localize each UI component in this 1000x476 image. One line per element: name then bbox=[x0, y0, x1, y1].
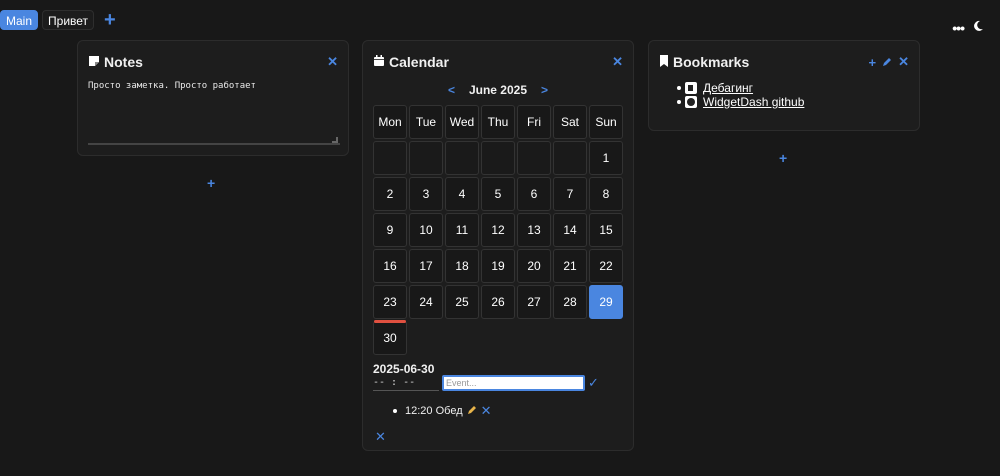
day-cell[interactable]: 10 bbox=[409, 213, 443, 247]
bookmarks-title: Bookmarks bbox=[673, 54, 750, 70]
bookmark-item[interactable]: WidgetDash github bbox=[677, 95, 804, 109]
day-cell[interactable]: 21 bbox=[553, 249, 587, 283]
close-day-panel-icon[interactable]: ✕ bbox=[375, 429, 386, 445]
empty-day-cell bbox=[445, 141, 479, 175]
day-cell[interactable]: 7 bbox=[553, 177, 587, 211]
day-cell[interactable]: 12 bbox=[481, 213, 515, 247]
add-tab-button[interactable]: + bbox=[104, 10, 116, 30]
github-icon bbox=[685, 96, 697, 108]
confirm-check-icon[interactable]: ✓ bbox=[588, 375, 599, 391]
day-cell[interactable]: 19 bbox=[481, 249, 515, 283]
weekday-header: Mon bbox=[373, 105, 407, 139]
day-cell[interactable]: 25 bbox=[445, 285, 479, 319]
tab-privet[interactable]: Привет bbox=[42, 10, 95, 30]
day-cell[interactable]: 26 bbox=[481, 285, 515, 319]
resize-grip-icon[interactable] bbox=[332, 137, 338, 143]
close-icon[interactable]: ✕ bbox=[327, 54, 338, 70]
day-cell[interactable]: 5 bbox=[481, 177, 515, 211]
pencil-icon[interactable] bbox=[467, 405, 477, 418]
month-nav: < June 2025 > bbox=[363, 83, 633, 97]
calendar-grid: Mon Tue Wed Thu Fri Sat Sun 1 2 3 4 5 6 7 8 9 10 11 12 13 14… bbox=[373, 105, 623, 355]
day-cell[interactable]: 16 bbox=[373, 249, 407, 283]
notes-title: Notes bbox=[104, 54, 143, 70]
notes-column-add-button[interactable]: + bbox=[207, 175, 215, 191]
weekday-header: Thu bbox=[481, 105, 515, 139]
empty-day-cell bbox=[373, 141, 407, 175]
day-cell[interactable]: 29 bbox=[589, 285, 623, 319]
dots-icon[interactable]: ••• bbox=[952, 21, 965, 35]
weekday-header: Fri bbox=[517, 105, 551, 139]
bullet bbox=[677, 100, 681, 104]
next-month-icon[interactable]: > bbox=[541, 83, 548, 97]
bookmarks-header: Bookmarks + ✕ bbox=[659, 53, 909, 71]
bookmarks-widget: Bookmarks + ✕ Дебагинг WidgetDash github bbox=[648, 40, 920, 131]
day-cell[interactable]: 28 bbox=[553, 285, 587, 319]
day-cell[interactable]: 8 bbox=[589, 177, 623, 211]
page-favicon-icon bbox=[685, 82, 697, 94]
add-icon[interactable]: + bbox=[869, 55, 877, 70]
calendar-title: Calendar bbox=[389, 54, 449, 70]
notes-widget: Notes ✕ Просто заметка. Просто работает bbox=[77, 40, 349, 156]
day-cell[interactable]: 11 bbox=[445, 213, 479, 247]
calendar-header: Calendar ✕ bbox=[373, 53, 623, 71]
calendar-icon bbox=[373, 54, 385, 70]
empty-day-cell bbox=[517, 141, 551, 175]
day-cell[interactable]: 20 bbox=[517, 249, 551, 283]
event-date: 2025-06-30 bbox=[373, 362, 435, 376]
tab-bar: Main Привет + bbox=[0, 10, 116, 30]
day-cell[interactable]: 17 bbox=[409, 249, 443, 283]
close-icon[interactable]: ✕ bbox=[898, 54, 909, 70]
delete-event-icon[interactable]: ✕ bbox=[481, 403, 492, 419]
event-text: 12:20 Обед bbox=[405, 405, 463, 417]
calendar-widget: Calendar ✕ < June 2025 > Mon Tue Wed Thu Fri… bbox=[362, 40, 634, 451]
bullet bbox=[677, 86, 681, 90]
empty-day-cell bbox=[481, 141, 515, 175]
weekday-header: Sat bbox=[553, 105, 587, 139]
pencil-icon[interactable] bbox=[882, 55, 892, 70]
day-cell[interactable]: 18 bbox=[445, 249, 479, 283]
notes-header: Notes ✕ bbox=[88, 53, 338, 71]
day-cell[interactable]: 6 bbox=[517, 177, 551, 211]
day-cell[interactable]: 27 bbox=[517, 285, 551, 319]
day-cell[interactable]: 23 bbox=[373, 285, 407, 319]
month-label: June 2025 bbox=[468, 83, 528, 97]
bookmarks-column-add-button[interactable]: + bbox=[779, 150, 787, 166]
event-time-input[interactable]: -- : -- bbox=[373, 377, 439, 391]
day-cell[interactable]: 2 bbox=[373, 177, 407, 211]
bullet bbox=[393, 409, 397, 413]
today-indicator bbox=[374, 320, 406, 323]
empty-day-cell bbox=[553, 141, 587, 175]
tab-main[interactable]: Main bbox=[0, 10, 39, 30]
prev-month-icon[interactable]: < bbox=[448, 83, 455, 97]
day-cell[interactable]: 3 bbox=[409, 177, 443, 211]
day-cell[interactable]: 14 bbox=[553, 213, 587, 247]
bookmark-list: Дебагинг WidgetDash github bbox=[677, 81, 804, 109]
day-cell[interactable]: 15 bbox=[589, 213, 623, 247]
day-cell[interactable]: 4 bbox=[445, 177, 479, 211]
top-toolbar: ••• bbox=[952, 20, 984, 35]
bookmark-link[interactable]: WidgetDash github bbox=[703, 95, 804, 109]
event-text-input[interactable]: Event... bbox=[442, 375, 585, 391]
empty-day-cell bbox=[409, 141, 443, 175]
day-cell[interactable]: 24 bbox=[409, 285, 443, 319]
bookmark-icon bbox=[659, 54, 669, 70]
bookmark-link[interactable]: Дебагинг bbox=[703, 81, 753, 95]
close-icon[interactable]: ✕ bbox=[612, 54, 623, 70]
weekday-header: Sun bbox=[589, 105, 623, 139]
day-cell[interactable]: 30 bbox=[373, 321, 407, 355]
day-cell[interactable]: 9 bbox=[373, 213, 407, 247]
weekday-header: Tue bbox=[409, 105, 443, 139]
day-cell[interactable]: 13 bbox=[517, 213, 551, 247]
weekday-header: Wed bbox=[445, 105, 479, 139]
day-cell[interactable]: 1 bbox=[589, 141, 623, 175]
event-list-item: 12:20 Обед ✕ bbox=[393, 403, 492, 419]
bookmark-item[interactable]: Дебагинг bbox=[677, 81, 804, 95]
moon-icon[interactable] bbox=[972, 20, 984, 35]
note-icon bbox=[88, 55, 100, 70]
notes-textarea[interactable]: Просто заметка. Просто работает bbox=[88, 81, 340, 145]
day-cell[interactable]: 22 bbox=[589, 249, 623, 283]
